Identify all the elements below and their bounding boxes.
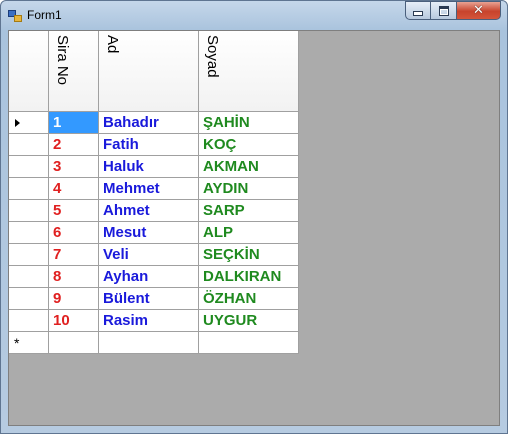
grid-cell-soyad[interactable]: ALP	[199, 222, 299, 244]
grid-cell-ad[interactable]: Mehmet	[99, 178, 199, 200]
cell-text: Bahadır	[103, 114, 159, 131]
cell-text: UYGUR	[203, 312, 258, 329]
grid-cell-soyad[interactable]: AKMAN	[199, 156, 299, 178]
grid-cell-sira[interactable]: 8	[49, 266, 99, 288]
cell-text: 3	[53, 158, 62, 175]
cell-text: Mehmet	[103, 180, 160, 197]
grid-cell-soyad[interactable]: UYGUR	[199, 310, 299, 332]
column-header-label: Sira No	[54, 35, 71, 86]
cell-text: Veli	[103, 246, 129, 263]
row-header[interactable]	[9, 288, 49, 310]
row-header[interactable]	[9, 310, 49, 332]
column-header-label: Ad	[104, 35, 121, 54]
new-row-star-icon: *	[14, 335, 20, 351]
form1-window: Form1 ✕ Sira No Ad Soyad 1 Bahadır ŞAHİN 2 Fati…	[0, 0, 508, 434]
grid-cell-ad[interactable]: Veli	[99, 244, 199, 266]
new-row-cell-sira[interactable]	[49, 332, 99, 354]
new-row-cell-ad[interactable]	[99, 332, 199, 354]
grid-cell-soyad[interactable]: SEÇKİN	[199, 244, 299, 266]
grid-cell-soyad[interactable]: ÖZHAN	[199, 288, 299, 310]
row-header[interactable]	[9, 222, 49, 244]
grid-cell-ad[interactable]: Bahadır	[99, 112, 199, 134]
column-header-soyad[interactable]: Soyad	[199, 31, 299, 112]
grid-cell-ad[interactable]: Bülent	[99, 288, 199, 310]
cell-text: Ayhan	[103, 268, 149, 285]
current-row-arrow-icon	[15, 119, 20, 127]
row-header[interactable]	[9, 266, 49, 288]
grid-cell-sira[interactable]: 5	[49, 200, 99, 222]
cell-text: KOÇ	[203, 136, 237, 153]
row-header[interactable]	[9, 112, 49, 134]
cell-text: Ahmet	[103, 202, 150, 219]
cell-text: 6	[53, 224, 62, 241]
column-header-label: Soyad	[204, 35, 221, 78]
cell-text: 8	[53, 268, 62, 285]
close-icon: ✕	[473, 3, 484, 18]
cell-text: ŞAHİN	[203, 114, 250, 131]
window-controls: ✕	[405, 1, 501, 21]
grid-cell-soyad[interactable]: SARP	[199, 200, 299, 222]
row-header[interactable]	[9, 200, 49, 222]
grid-cell-sira[interactable]: 6	[49, 222, 99, 244]
grid-cell-ad[interactable]: Mesut	[99, 222, 199, 244]
cell-text: ALP	[203, 224, 233, 241]
column-header-ad[interactable]: Ad	[99, 31, 199, 112]
grid-cell-soyad[interactable]: DALKIRAN	[199, 266, 299, 288]
grid-cell-sira[interactable]: 7	[49, 244, 99, 266]
minimize-icon	[413, 11, 423, 16]
cell-text: SEÇKİN	[203, 246, 260, 263]
cell-text: SARP	[203, 202, 245, 219]
grid-cell-ad[interactable]: Fatih	[99, 134, 199, 156]
cell-text: 5	[53, 202, 62, 219]
title-bar[interactable]: Form1 ✕	[1, 1, 507, 29]
grid-cell-sira[interactable]: 4	[49, 178, 99, 200]
row-header[interactable]	[9, 244, 49, 266]
grid-cell-sira[interactable]: 10	[49, 310, 99, 332]
new-row-header[interactable]: *	[9, 332, 49, 354]
app-icon[interactable]	[8, 10, 22, 22]
grid-cell-soyad[interactable]: AYDIN	[199, 178, 299, 200]
cell-text: 7	[53, 246, 62, 263]
cell-text: 10	[53, 312, 70, 329]
grid-corner-header[interactable]	[9, 31, 49, 112]
cell-text: 9	[53, 290, 62, 307]
grid-cell-sira[interactable]: 1	[49, 112, 99, 134]
row-header[interactable]	[9, 134, 49, 156]
grid-cell-sira[interactable]: 3	[49, 156, 99, 178]
grid-cell-soyad[interactable]: KOÇ	[199, 134, 299, 156]
cell-text: 4	[53, 180, 62, 197]
cell-text: Mesut	[103, 224, 147, 241]
minimize-button[interactable]	[405, 1, 431, 20]
grid-cell-ad[interactable]: Haluk	[99, 156, 199, 178]
cell-text: ÖZHAN	[203, 290, 257, 307]
grid-cell-ad[interactable]: Rasim	[99, 310, 199, 332]
new-row-cell-soyad[interactable]	[199, 332, 299, 354]
form-client-area: Sira No Ad Soyad 1 Bahadır ŞAHİN 2 Fatih KOÇ 3 Hal…	[8, 30, 500, 426]
grid-cell-sira[interactable]: 9	[49, 288, 99, 310]
cell-text: 2	[53, 136, 62, 153]
cell-text: Bülent	[103, 290, 150, 307]
grid-cell-soyad[interactable]: ŞAHİN	[199, 112, 299, 134]
cell-text: Haluk	[103, 158, 144, 175]
cell-text: DALKIRAN	[203, 268, 282, 285]
cell-text: AYDIN	[203, 180, 249, 197]
maximize-button[interactable]	[431, 1, 457, 20]
column-header-sira[interactable]: Sira No	[49, 31, 99, 112]
window-title: Form1	[27, 8, 62, 22]
maximize-icon	[438, 5, 449, 16]
cell-text: AKMAN	[203, 158, 259, 175]
cell-text: Rasim	[103, 312, 149, 329]
cell-text: 1	[53, 114, 62, 131]
row-header[interactable]	[9, 178, 49, 200]
row-header[interactable]	[9, 156, 49, 178]
grid-cell-sira[interactable]: 2	[49, 134, 99, 156]
grid-cell-ad[interactable]: Ayhan	[99, 266, 199, 288]
close-button[interactable]: ✕	[457, 1, 501, 20]
grid-cell-ad[interactable]: Ahmet	[99, 200, 199, 222]
cell-text: Fatih	[103, 136, 139, 153]
